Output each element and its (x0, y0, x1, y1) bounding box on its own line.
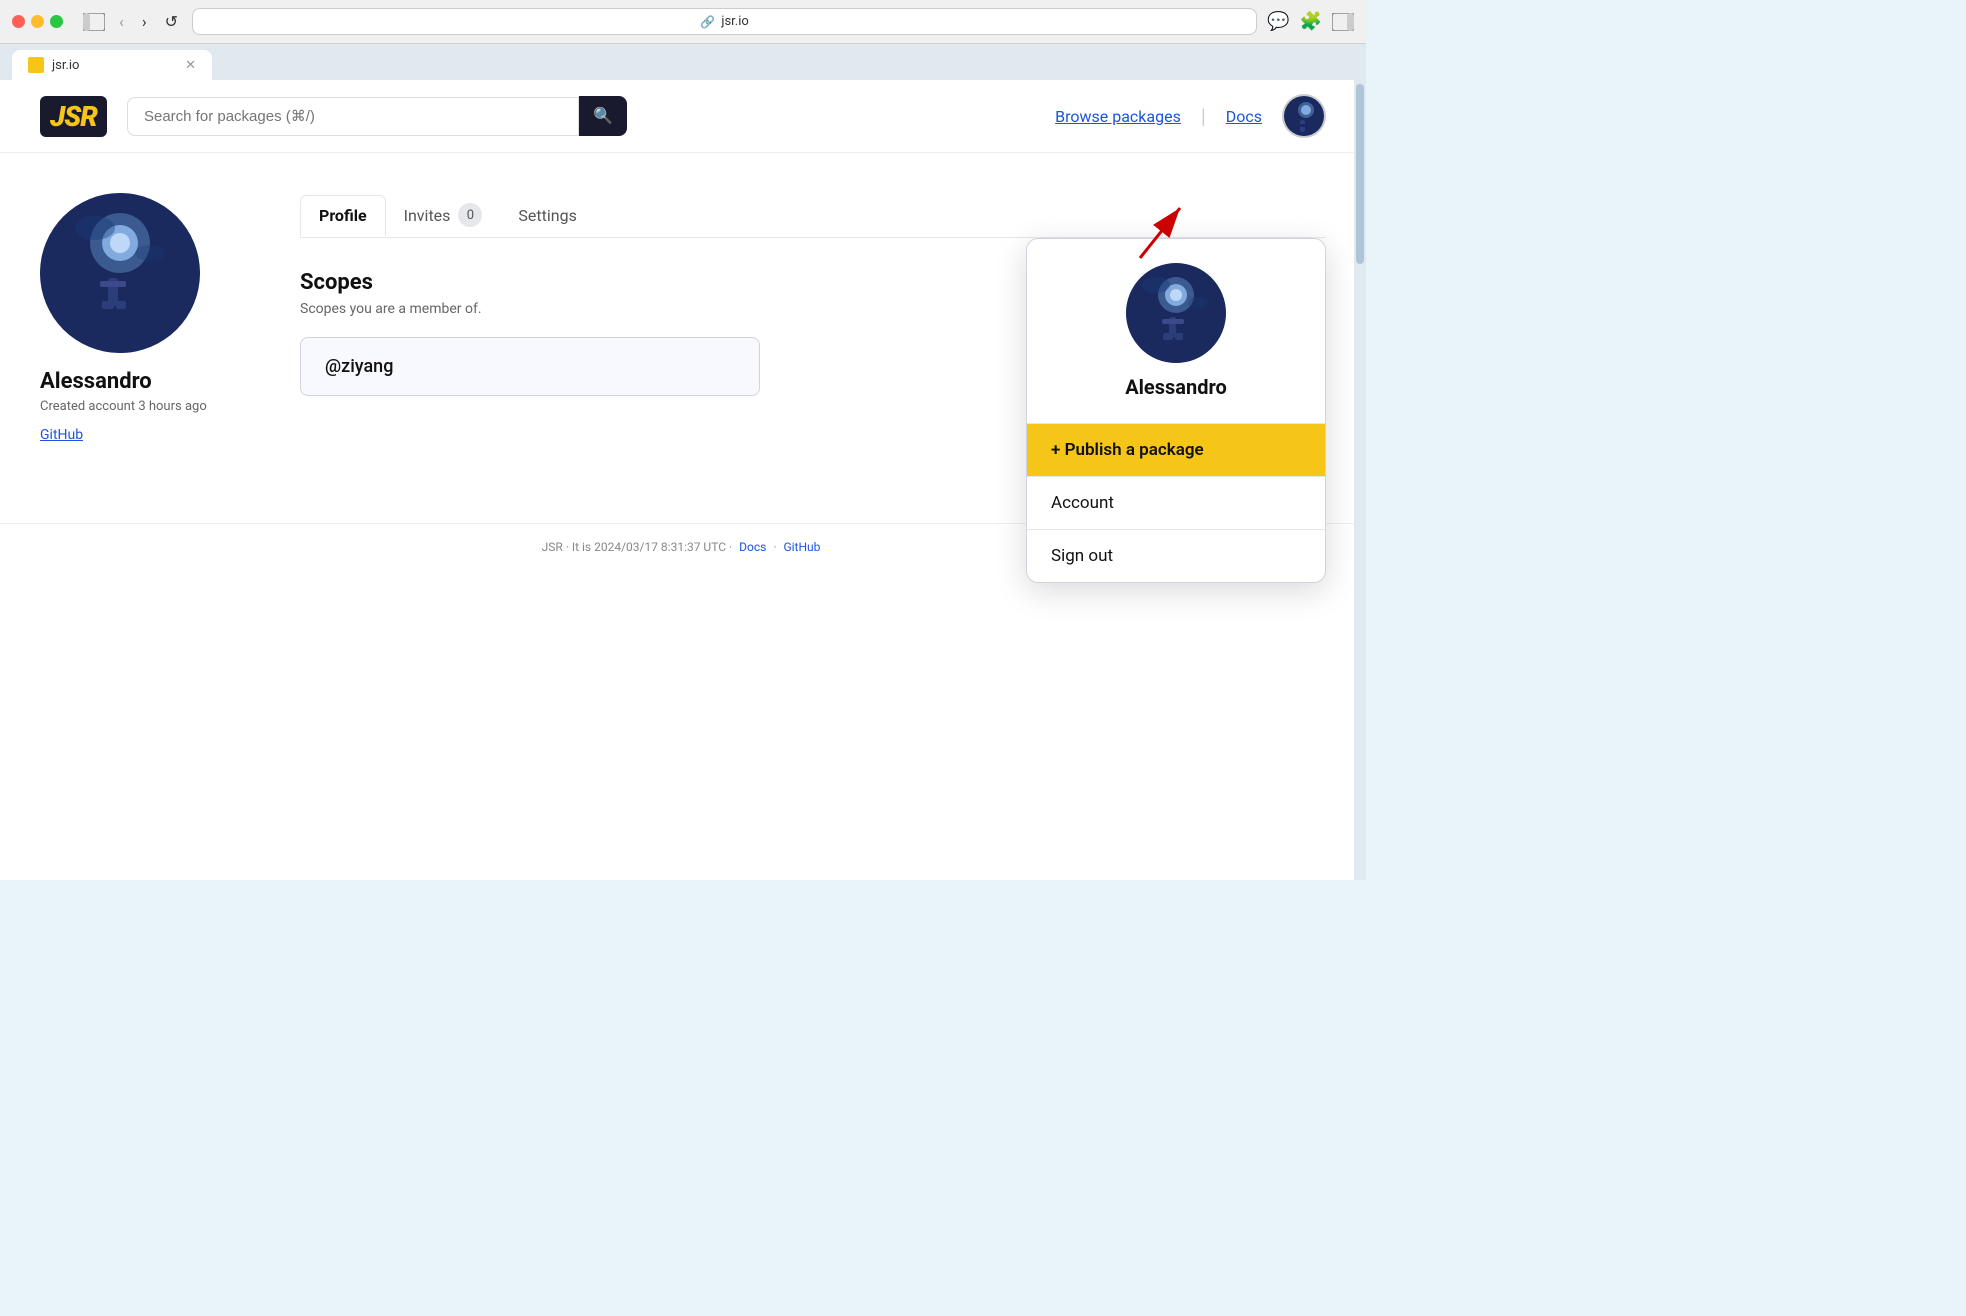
sidebar-toggle-left[interactable] (83, 13, 105, 31)
tab-close-button[interactable]: ✕ (185, 58, 196, 73)
close-window-button[interactable] (12, 15, 25, 28)
link-icon: 🔗 (700, 15, 715, 29)
tab-profile[interactable]: Profile (300, 195, 386, 237)
toolbar-icons: 💬 🧩 (1267, 11, 1354, 32)
search-icon: 🔍 (593, 108, 613, 125)
nav-links: Browse packages | Docs (1055, 94, 1326, 138)
tab-profile-label: Profile (319, 206, 367, 225)
user-avatar-art (1284, 96, 1324, 136)
footer-docs-link[interactable]: Docs (739, 540, 766, 554)
tab-settings[interactable]: Settings (500, 196, 594, 235)
dropdown-username: Alessandro (1125, 375, 1227, 399)
tabs-row: Profile Invites 0 Settings (300, 193, 1326, 238)
tab-bar: JSR jsr.io ✕ (0, 44, 1366, 80)
reload-button[interactable]: ↺ (161, 10, 182, 33)
footer-separator: · (773, 540, 776, 554)
minimize-window-button[interactable] (31, 15, 44, 28)
search-button[interactable]: 🔍 (579, 96, 627, 136)
url-text: jsr.io (721, 14, 748, 29)
dropdown-avatar (1126, 263, 1226, 363)
signout-menu-item[interactable]: Sign out (1027, 529, 1325, 582)
window-controls (12, 15, 63, 28)
browse-packages-link[interactable]: Browse packages (1055, 107, 1181, 126)
profile-name: Alessandro (40, 369, 240, 394)
nav-divider: | (1201, 104, 1206, 128)
publish-package-button[interactable]: + Publish a package (1027, 424, 1325, 476)
tab-invites-label: Invites (404, 206, 451, 225)
browser-chrome: ‹ › ↺ 🔗 jsr.io 💬 🧩 (0, 0, 1366, 44)
invites-badge: 0 (458, 203, 482, 227)
site-header: JSR 🔍 Browse packages | Docs (0, 80, 1366, 153)
app-container: JSR 🔍 Browse packages | Docs (0, 80, 1366, 880)
tab-title: jsr.io (52, 58, 79, 73)
sidebar-toggle-right[interactable] (1332, 13, 1354, 31)
back-button[interactable]: ‹ (115, 10, 128, 33)
tab-invites[interactable]: Invites 0 (386, 193, 501, 237)
footer-text: JSR · It is 2024/03/17 8:31:37 UTC · (542, 540, 733, 554)
profile-meta: Created account 3 hours ago (40, 398, 240, 416)
dropdown-header: Alessandro (1027, 239, 1325, 424)
scope-item[interactable]: @ziyang (300, 337, 760, 396)
browser-tab-active[interactable]: JSR jsr.io ✕ (12, 50, 212, 80)
tab-favicon: JSR (28, 57, 44, 73)
search-input[interactable] (127, 97, 579, 136)
share-icon[interactable]: 💬 (1267, 11, 1289, 32)
search-container: 🔍 (127, 96, 627, 136)
maximize-window-button[interactable] (50, 15, 63, 28)
main-content: Alessandro Created account 3 hours ago G… (0, 153, 1366, 483)
logo-text: JSR (40, 96, 107, 137)
docs-link[interactable]: Docs (1226, 107, 1262, 126)
address-bar[interactable]: 🔗 jsr.io (192, 8, 1257, 35)
account-menu-item[interactable]: Account (1027, 476, 1325, 529)
tab-settings-label: Settings (518, 206, 576, 225)
profile-sidebar: Alessandro Created account 3 hours ago G… (40, 193, 240, 443)
footer-github-link[interactable]: GitHub (783, 540, 820, 554)
user-avatar-button[interactable] (1282, 94, 1326, 138)
forward-button[interactable]: › (138, 10, 151, 33)
profile-avatar (40, 193, 200, 353)
extensions-icon[interactable]: 🧩 (1300, 11, 1322, 32)
logo[interactable]: JSR (40, 96, 107, 137)
dropdown-menu: Alessandro + Publish a package Account S… (1026, 238, 1326, 583)
profile-github-link[interactable]: GitHub (40, 427, 83, 443)
